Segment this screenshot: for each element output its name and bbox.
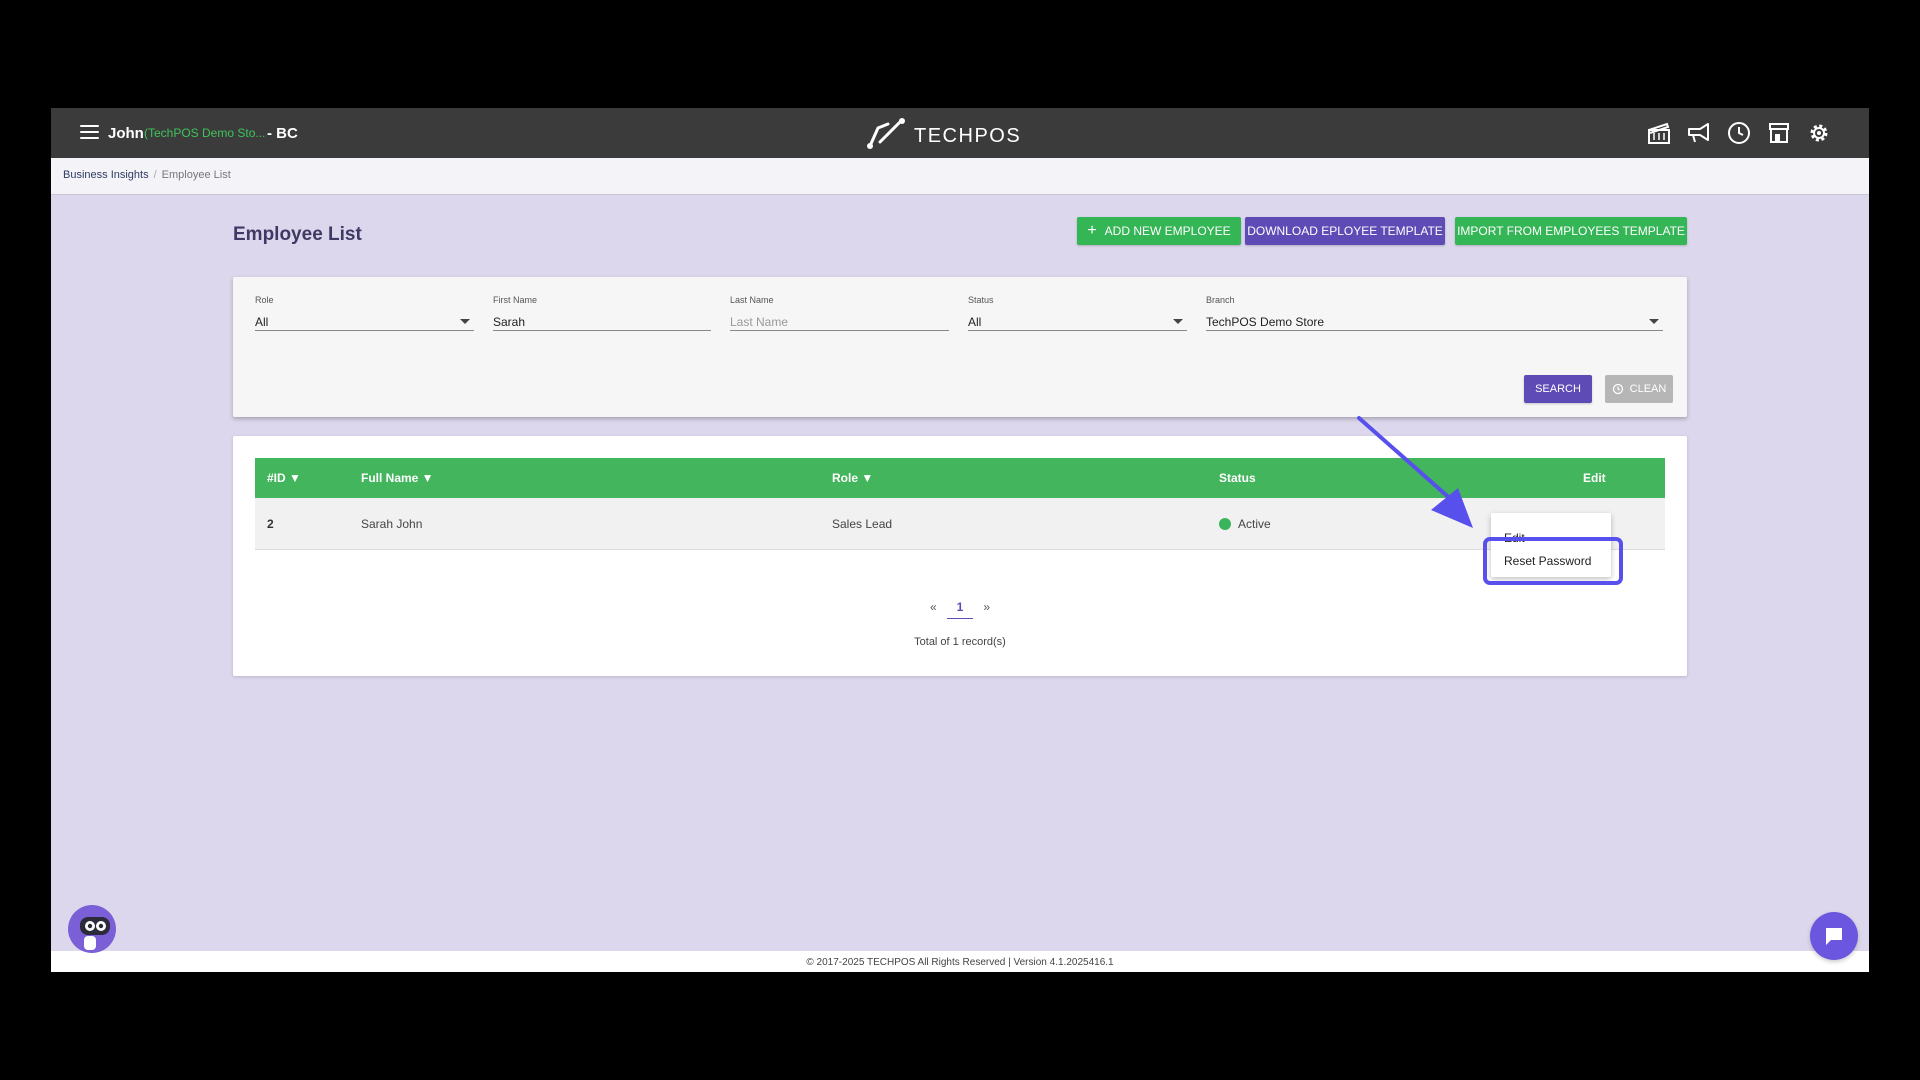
breadcrumb-business-insights[interactable]: Business Insights <box>63 169 149 181</box>
last-name-input[interactable]: Last Name <box>730 312 949 331</box>
role-select[interactable]: All <box>255 312 474 331</box>
first-name-filter[interactable]: First Name Sarah <box>493 295 711 331</box>
assistant-bot-icon[interactable] <box>68 905 116 953</box>
header-icon-bar <box>1646 120 1832 146</box>
first-name-label: First Name <box>493 295 538 305</box>
column-header-full-name[interactable]: Full Name ▼ <box>361 471 434 485</box>
top-bar: John (TechPOS Demo Sto... - BC TECHPOS <box>51 108 1869 158</box>
column-header-role[interactable]: Role ▼ <box>832 471 873 485</box>
status-filter[interactable]: Status All <box>968 295 1187 331</box>
first-name-input[interactable]: Sarah <box>493 312 711 331</box>
store-suffix: - BC <box>267 125 298 142</box>
table-header: #ID ▼ Full Name ▼ Role ▼ Status Edit <box>255 458 1665 498</box>
hamburger-menu-icon[interactable] <box>80 125 99 139</box>
column-header-id[interactable]: #ID ▼ <box>267 471 301 485</box>
page-number-1[interactable]: 1 <box>946 600 974 619</box>
megaphone-icon[interactable] <box>1686 120 1712 146</box>
last-name-label: Last Name <box>730 295 774 305</box>
row-status: Active <box>1219 517 1271 531</box>
store-name[interactable]: (TechPOS Demo Sto... <box>144 126 265 140</box>
reset-password-highlight <box>1483 537 1623 585</box>
role-filter-label: Role <box>255 295 274 305</box>
chevron-down-icon <box>1173 319 1183 324</box>
branch-select-value: TechPOS Demo Store <box>1206 315 1325 329</box>
chevron-down-icon <box>460 319 470 324</box>
role-select-value: All <box>255 315 269 329</box>
row-role: Sales Lead <box>832 517 893 531</box>
prev-page-button[interactable]: « <box>930 600 937 614</box>
import-employees-template-button[interactable]: IMPORT FROM EMPLOYEES TEMPLATE <box>1455 217 1687 245</box>
techpos-logo[interactable]: TECHPOS <box>866 116 1021 150</box>
table-row[interactable]: 2 Sarah John Sales Lead Active <box>255 498 1665 550</box>
next-page-button[interactable]: » <box>983 600 990 614</box>
clean-button-label: CLEAN <box>1629 383 1667 395</box>
clock-icon[interactable] <box>1726 120 1752 146</box>
last-name-filter[interactable]: Last Name Last Name <box>730 295 949 331</box>
status-select[interactable]: All <box>968 312 1187 331</box>
reset-history-icon <box>1612 383 1623 395</box>
clean-button[interactable]: CLEAN <box>1605 375 1673 403</box>
chevron-down-icon <box>1649 319 1659 324</box>
download-employee-template-button[interactable]: DOWNLOAD EPLOYEE TEMPLATE <box>1245 217 1445 245</box>
add-new-employee-button[interactable]: + ADD NEW EMPLOYEE <box>1077 217 1241 245</box>
column-header-edit: Edit <box>1583 471 1606 485</box>
status-active-dot-icon <box>1219 518 1231 530</box>
row-full-name: Sarah John <box>361 517 423 531</box>
search-button[interactable]: SEARCH <box>1524 375 1592 403</box>
branch-filter-label: Branch <box>1206 295 1235 305</box>
app-window: John (TechPOS Demo Sto... - BC TECHPOS B… <box>51 108 1869 972</box>
techpos-logo-icon <box>867 118 905 149</box>
add-new-employee-label: ADD NEW EMPLOYEE <box>1104 224 1231 238</box>
branch-filter[interactable]: Branch TechPOS Demo Store <box>1206 295 1663 331</box>
employee-table-card: #ID ▼ Full Name ▼ Role ▼ Status Edit 2 S… <box>233 436 1687 676</box>
row-status-text: Active <box>1238 517 1271 531</box>
user-name[interactable]: John <box>108 125 144 142</box>
branch-select[interactable]: TechPOS Demo Store <box>1206 312 1663 331</box>
clapperboard-icon[interactable] <box>1646 120 1672 146</box>
status-select-value: All <box>968 315 982 329</box>
pagination: « 1 » <box>233 600 1687 619</box>
logo-text: TECHPOS <box>914 124 1022 147</box>
row-id: 2 <box>267 517 274 531</box>
column-header-status: Status <box>1219 471 1256 485</box>
role-filter[interactable]: Role All <box>255 295 474 331</box>
breadcrumb: Business Insights / Employee List <box>51 158 1869 195</box>
plus-icon: + <box>1087 222 1097 239</box>
gear-icon[interactable] <box>1806 120 1832 146</box>
status-filter-label: Status <box>968 295 994 305</box>
breadcrumb-separator: / <box>153 169 157 181</box>
page-title: Employee List <box>233 224 362 245</box>
chat-support-icon[interactable] <box>1810 912 1858 960</box>
filter-panel: Role All First Name Sarah Last Name Last… <box>233 277 1687 417</box>
total-records: Total of 1 record(s) <box>914 636 1006 648</box>
store-icon[interactable] <box>1766 120 1792 146</box>
footer: © 2017-2025 TECHPOS All Rights Reserved … <box>51 951 1869 972</box>
breadcrumb-current: Employee List <box>161 169 231 181</box>
